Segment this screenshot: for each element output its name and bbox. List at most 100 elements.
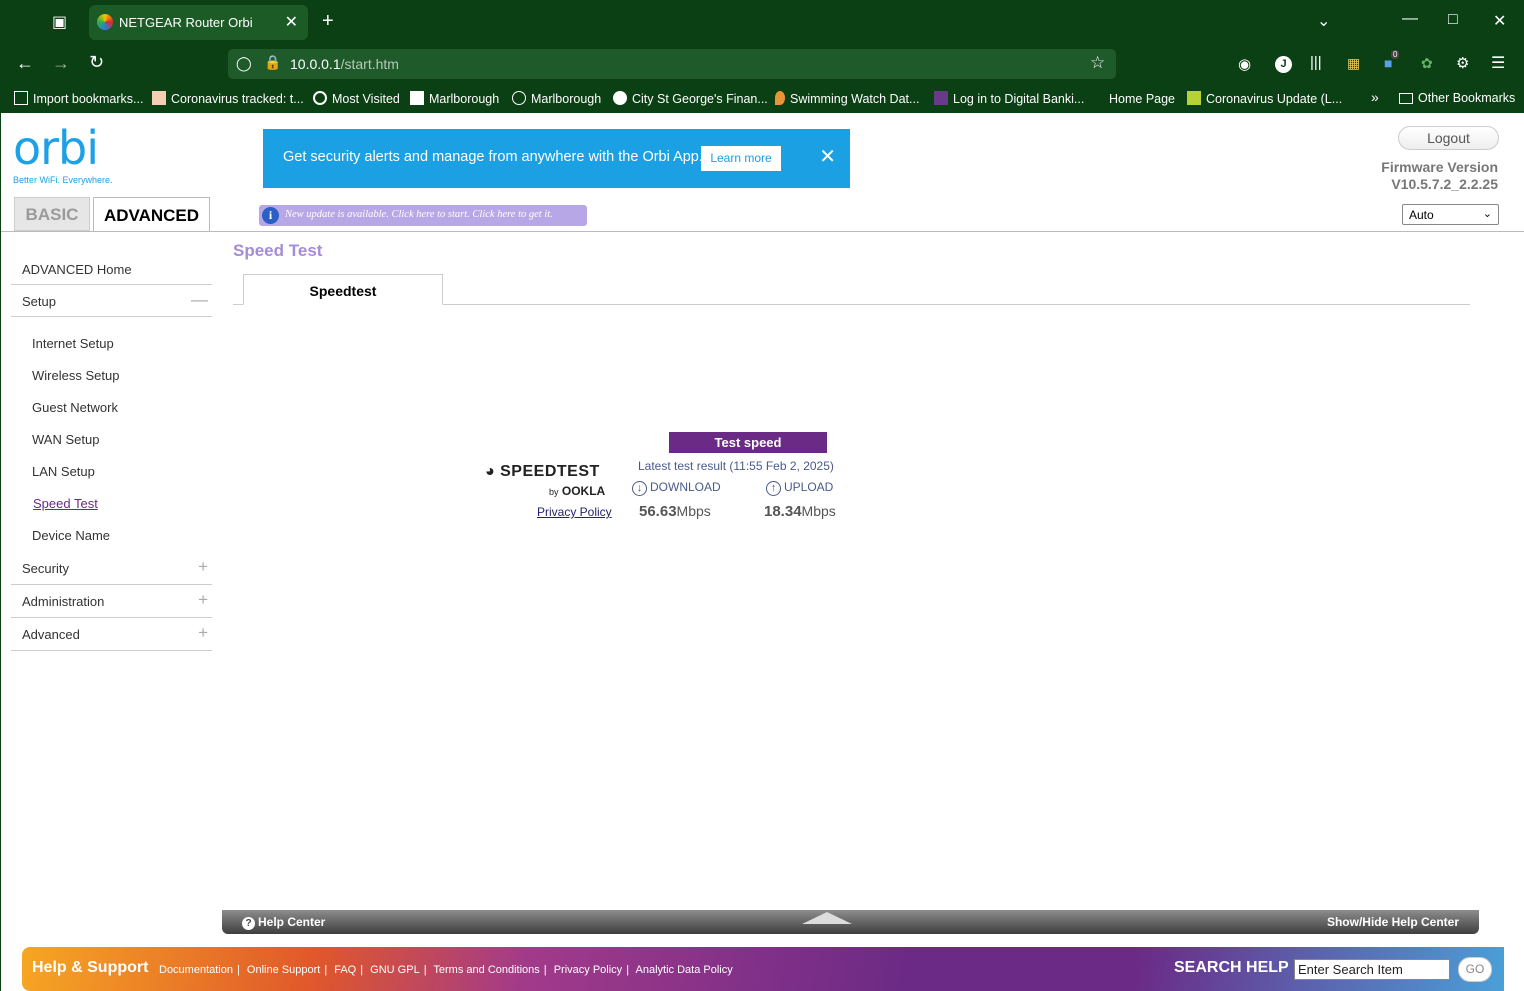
upload-arrow-icon: ↑ <box>766 481 781 496</box>
test-speed-button[interactable]: Test speed <box>669 432 827 453</box>
update-notice-text: New update is available. Click here to s… <box>285 209 553 220</box>
speedtest-logo-text: SPEEDTEST <box>500 463 600 480</box>
sidebar-item-advanced[interactable]: Advanced + <box>11 618 212 651</box>
gear-icon <box>313 91 327 105</box>
pocket-icon[interactable]: ◉ <box>1238 55 1251 73</box>
bookmark-item[interactable]: Home Page <box>1094 91 1175 106</box>
bank-icon <box>934 91 948 105</box>
search-help-input[interactable]: Enter Search Item <box>1294 959 1450 980</box>
globe-icon <box>512 91 526 105</box>
reload-icon[interactable]: ↻ <box>89 52 104 73</box>
bookmark-item[interactable]: Coronavirus Update (L... <box>1187 91 1342 106</box>
language-value: Auto <box>1409 208 1434 222</box>
sidebar-item-device-name[interactable]: Device Name <box>32 528 110 543</box>
extension-badge-count: 0 <box>1391 50 1400 59</box>
go-button[interactable]: GO <box>1458 957 1492 982</box>
pin-icon <box>775 91 785 105</box>
footer-link-analytic-data[interactable]: Analytic Data Policy <box>636 964 733 976</box>
url-host: 10.0.0.1 <box>290 56 341 72</box>
download-label: ↓ DOWNLOAD <box>632 480 721 496</box>
expand-arrow-icon[interactable] <box>802 912 852 924</box>
bookmark-item[interactable]: Marlborough <box>512 91 601 106</box>
bookmark-item[interactable]: Other Bookmarks <box>1399 91 1515 105</box>
download-speed: 56.63Mbps <box>639 503 711 520</box>
latest-test-result: Latest test result (11:55 Feb 2, 2025) <box>638 459 834 473</box>
footer-link-gnu-gpl[interactable]: GNU GPL <box>370 964 420 976</box>
lock-icon[interactable]: 🔒 <box>264 54 281 71</box>
extensions-puzzle-icon[interactable]: ⚙ <box>1456 54 1469 72</box>
sidebar-item-lan-setup[interactable]: LAN Setup <box>32 464 95 479</box>
bookmark-item[interactable]: Marlborough <box>410 91 499 106</box>
close-window-icon[interactable]: ✕ <box>1493 11 1506 31</box>
footer-link-terms[interactable]: Terms and Conditions <box>433 964 539 976</box>
sidebar-item-administration[interactable]: Administration + <box>11 585 212 618</box>
footer-link-privacy[interactable]: Privacy Policy <box>554 964 622 976</box>
sidebar-item-internet-setup[interactable]: Internet Setup <box>32 336 114 351</box>
tab-advanced[interactable]: ADVANCED <box>93 197 210 232</box>
bookmark-item[interactable]: Most Visited <box>313 91 400 106</box>
netgear-favicon <box>97 14 113 30</box>
logout-button[interactable]: Logout <box>1398 126 1499 150</box>
new-tab-icon[interactable]: + <box>322 10 334 33</box>
maximize-icon[interactable]: □ <box>1448 11 1458 29</box>
sidebar-item-advanced-home[interactable]: ADVANCED Home <box>11 258 212 284</box>
firmware-version: V10.5.7.2_2.2.25 <box>1391 176 1498 192</box>
extension-chart-icon[interactable]: ▦ <box>1347 55 1360 72</box>
menu-hamburger-icon[interactable]: ☰ <box>1491 53 1505 73</box>
forward-icon[interactable]: → <box>52 53 70 74</box>
shield-icon[interactable]: ◯ <box>236 55 252 72</box>
account-avatar[interactable]: J <box>1275 56 1292 73</box>
more-bookmarks-icon[interactable]: » <box>1371 89 1379 105</box>
upload-label: ↑ UPLOAD <box>766 480 833 496</box>
tab-basic[interactable]: BASIC <box>14 197 90 231</box>
close-tab-icon[interactable]: ✕ <box>285 12 298 32</box>
header-divider <box>1 231 1524 232</box>
help-question-icon: ? <box>242 917 255 930</box>
info-icon: i <box>262 207 279 224</box>
footer-link-documentation[interactable]: Documentation <box>159 964 233 976</box>
browser-nav-bar: ← → ↻ ◯ 🔒 10.0.0.1/start.htm ☆ ◉ J ||| ▦… <box>0 44 1524 85</box>
tab-title: NETGEAR Router Orbi <box>119 15 253 30</box>
bookmark-item[interactable]: Swimming Watch Dat... <box>775 91 919 106</box>
url-bar[interactable]: ◯ 🔒 10.0.0.1/start.htm ☆ <box>228 49 1116 79</box>
expand-icon: + <box>198 557 208 576</box>
sidebar-item-label: Administration <box>22 594 105 609</box>
bookmarks-toolbar: Import bookmarks... Coronavirus tracked:… <box>0 85 1524 113</box>
list-all-tabs-icon[interactable]: ⌄ <box>1317 11 1330 31</box>
bookmark-item[interactable]: Log in to Digital Banki... <box>934 91 1084 106</box>
orbi-logo: orbi <box>13 121 99 175</box>
download-arrow-icon: ↓ <box>632 481 647 496</box>
ft-icon <box>152 91 166 105</box>
browser-tab[interactable]: NETGEAR Router Orbi ✕ <box>89 5 308 40</box>
update-notice[interactable]: i New update is available. Click here to… <box>259 205 587 226</box>
bookmark-item[interactable]: City St George's Finan... <box>613 91 768 106</box>
show-hide-help-center[interactable]: Show/Hide Help Center <box>1327 915 1459 929</box>
sidebar-item-guest-network[interactable]: Guest Network <box>32 400 118 415</box>
url-path: /start.htm <box>340 56 399 72</box>
help-center-bar[interactable]: ? Help Center Show/Hide Help Center <box>222 910 1479 934</box>
footer-link-faq[interactable]: FAQ <box>334 964 356 976</box>
close-icon[interactable]: ✕ <box>819 144 836 169</box>
privacy-policy-link[interactable]: Privacy Policy <box>537 505 612 519</box>
sidebar-item-security[interactable]: Security + <box>11 552 212 585</box>
sidebar-item-wan-setup[interactable]: WAN Setup <box>32 432 99 447</box>
bookmark-item[interactable]: Import bookmarks... <box>14 91 143 106</box>
tab-list-icon[interactable]: ▣ <box>52 12 67 32</box>
library-icon[interactable]: ||| <box>1310 54 1322 71</box>
extension-leaf-icon[interactable]: ✿ <box>1421 55 1433 72</box>
sidebar-item-speed-test[interactable]: Speed Test <box>33 496 98 511</box>
ookla-logo: by OOKLA <box>549 484 605 498</box>
sidebar-item-wireless-setup[interactable]: Wireless Setup <box>32 368 119 383</box>
footer-link-online-support[interactable]: Online Support <box>247 964 320 976</box>
search-help-label: SEARCH HELP <box>1174 959 1289 976</box>
back-icon[interactable]: ← <box>16 53 34 74</box>
tab-speedtest[interactable]: Speedtest <box>243 274 443 305</box>
bookmark-item[interactable]: Coronavirus tracked: t... <box>152 91 304 106</box>
help-center-label[interactable]: ? Help Center <box>242 915 325 930</box>
minimize-icon[interactable]: — <box>1402 10 1418 28</box>
learn-more-button[interactable]: Learn more <box>701 146 781 171</box>
bookmark-star-icon[interactable]: ☆ <box>1090 53 1105 73</box>
folder-icon <box>1399 93 1413 104</box>
language-select[interactable]: Auto ⌄ <box>1402 204 1499 225</box>
sidebar-item-setup[interactable]: Setup — <box>11 284 212 317</box>
